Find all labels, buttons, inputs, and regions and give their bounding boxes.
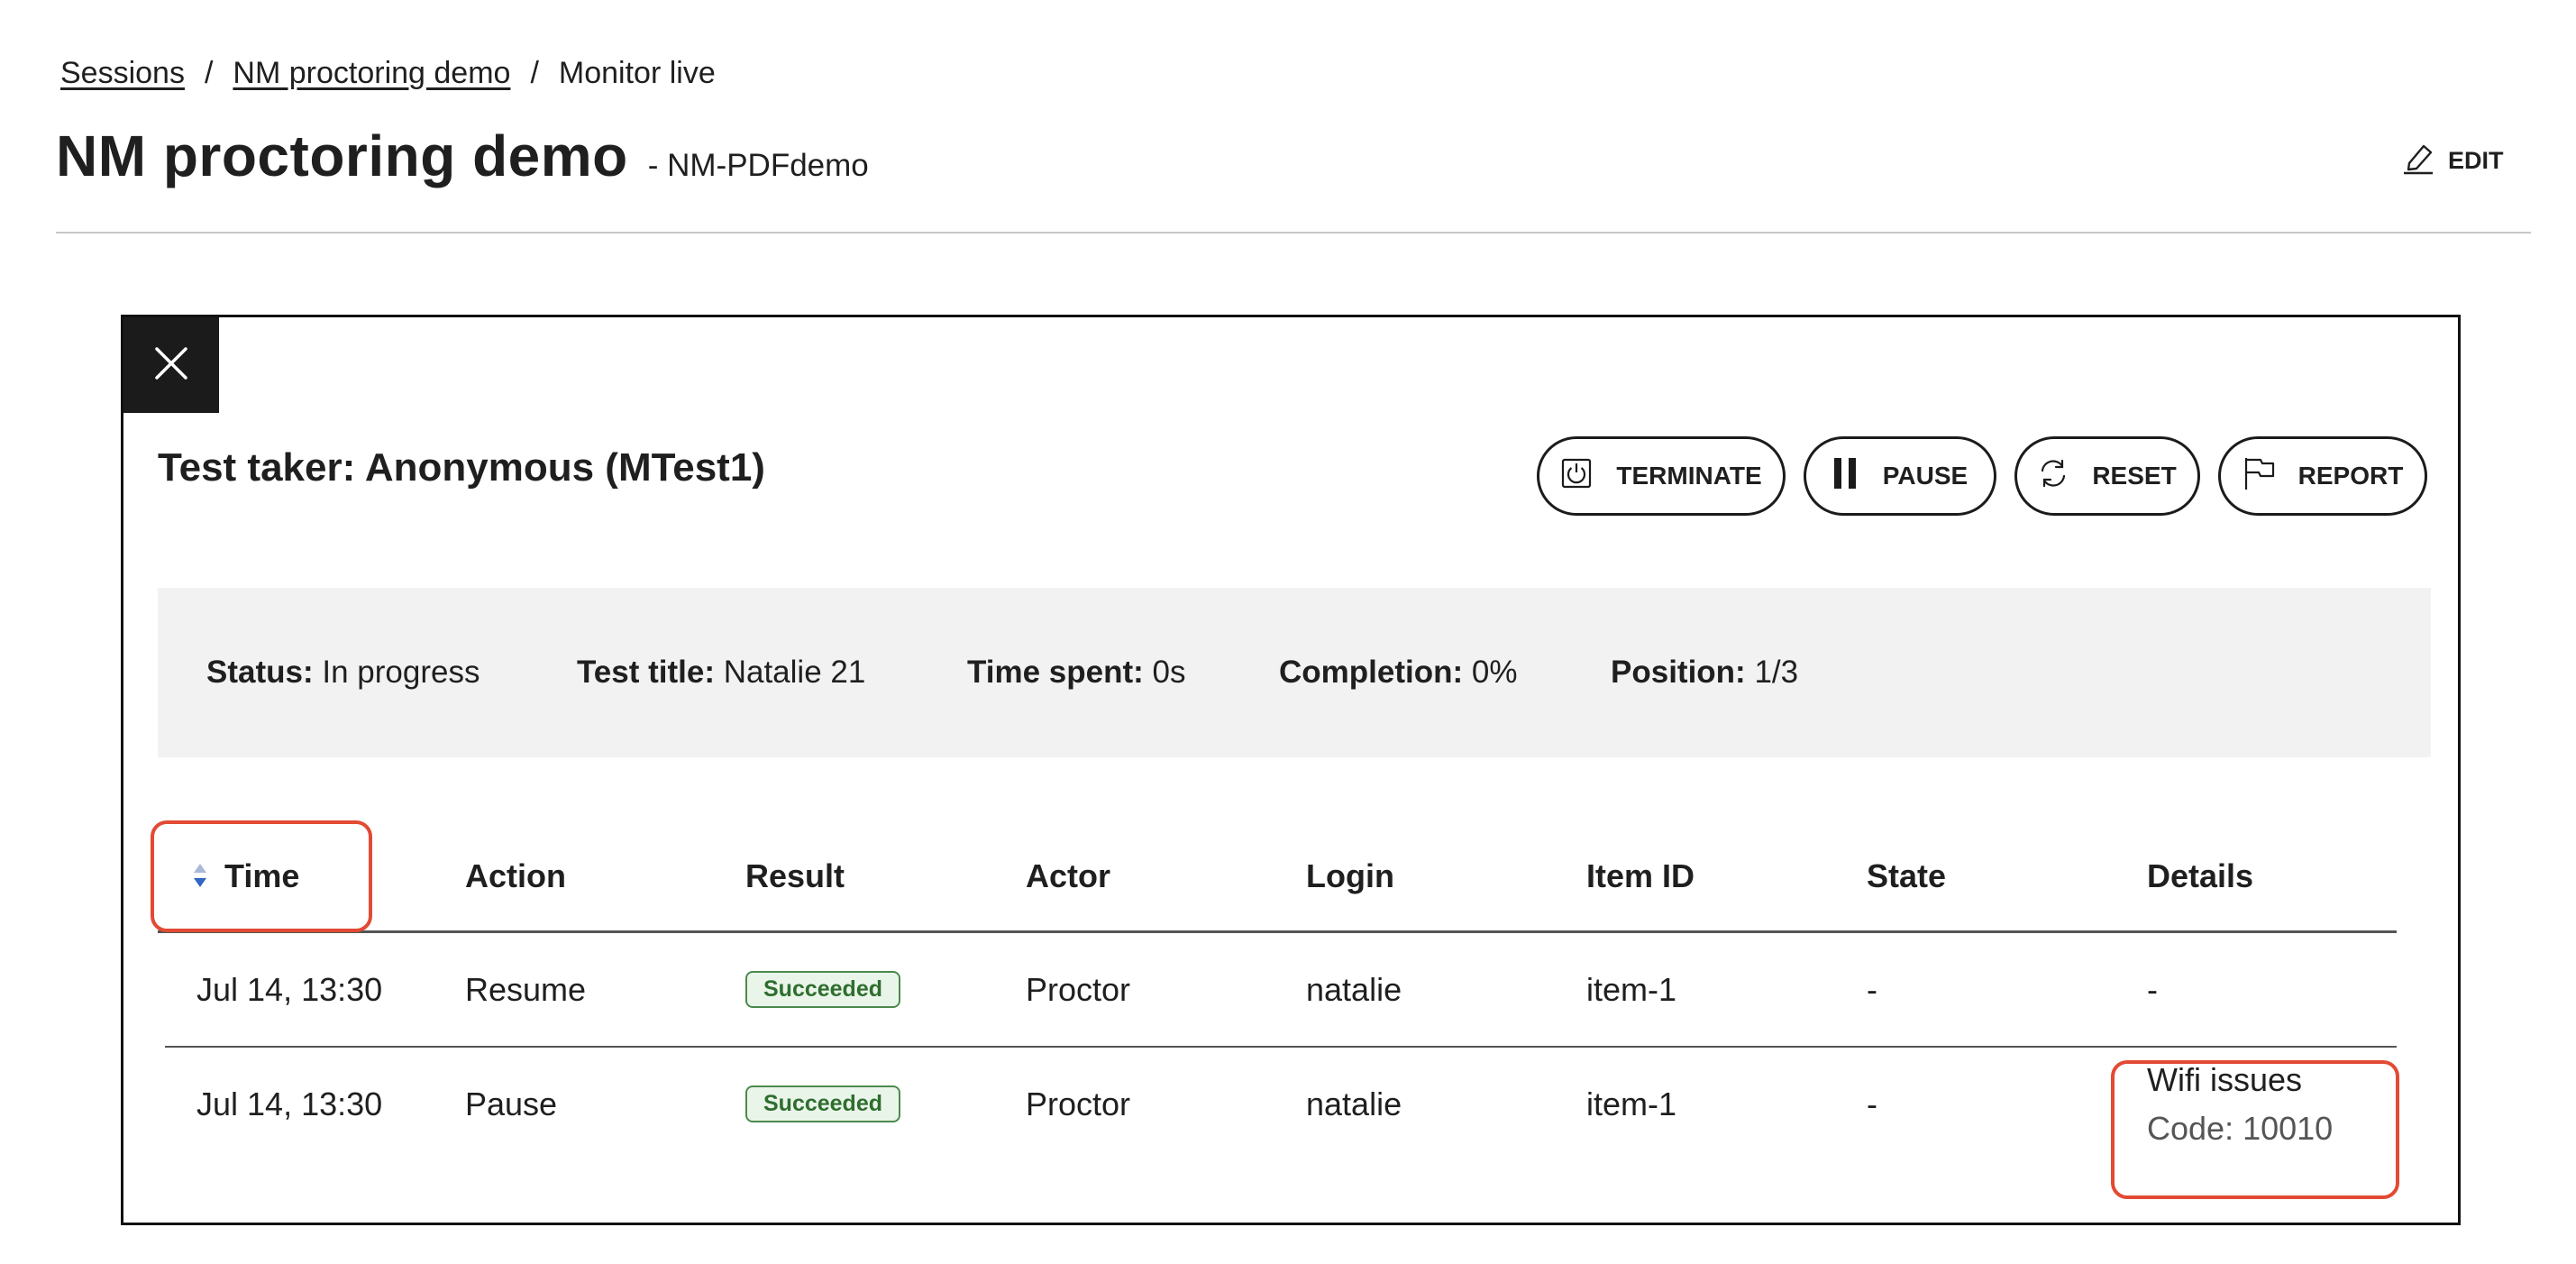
time-spent-info: Time spent: 0s (967, 655, 1279, 691)
reset-label: RESET (2092, 462, 2177, 490)
cell-actor: Proctor (1026, 1085, 1131, 1122)
page-subtitle: - NM-PDFdemo (647, 148, 869, 183)
status-info: Status: In progress (206, 655, 577, 691)
column-header-time[interactable]: Time (192, 822, 299, 930)
terminate-label: TERMINATE (1616, 462, 1762, 490)
column-header-label: Time (224, 857, 300, 894)
breadcrumb-separator: / (204, 56, 214, 90)
status-label: Status: (206, 655, 314, 690)
time-spent-label: Time spent: (967, 655, 1144, 690)
edit-label: EDIT (2448, 147, 2504, 174)
monitor-panel: Test taker: Anonymous (MTest1) TERMINATE… (121, 315, 2461, 1225)
time-spent-value: 0s (1152, 655, 1186, 690)
details-code: Code: 10010 (2147, 1109, 2334, 1147)
table-row: Jul 14, 13:30 Resume Succeeded Proctor n… (165, 933, 2397, 1048)
breadcrumb-sessions-link[interactable]: Sessions (60, 56, 185, 91)
breadcrumb: Sessions / NM proctoring demo / Monitor … (60, 56, 716, 91)
refresh-icon (2038, 458, 2069, 495)
status-badge: Succeeded (745, 1085, 901, 1122)
page-title: NM proctoring demo (56, 124, 628, 188)
cell-login: natalie (1306, 970, 1402, 1008)
cell-item-id: item-1 (1586, 1085, 1677, 1122)
test-title-label: Test title: (577, 655, 715, 690)
status-badge: Succeeded (745, 971, 901, 1008)
pause-label: PAUSE (1882, 462, 1969, 490)
column-header-actor: Actor (1026, 857, 1111, 894)
position-value: 1/3 (1754, 655, 1799, 690)
completion-value: 0% (1471, 655, 1518, 690)
header-divider (56, 232, 2531, 234)
cell-item-id: item-1 (1586, 970, 1677, 1008)
session-info-bar: Status: In progress Test title: Natalie … (158, 588, 2431, 757)
page-header: NM proctoring demo - NM-PDFdemo (56, 123, 869, 189)
cell-details: Wifi issues Code: 10010 (2147, 1048, 2333, 1160)
position-label: Position: (1611, 655, 1746, 690)
test-title-info: Test title: Natalie 21 (577, 655, 967, 691)
reset-button[interactable]: RESET (2014, 436, 2200, 516)
report-label: REPORT (2297, 462, 2404, 490)
cell-time: Jul 14, 13:30 (196, 970, 383, 1008)
action-toolbar: TERMINATE PAUSE RESET REPORT (1537, 436, 2427, 516)
edit-button[interactable]: EDIT (2401, 141, 2504, 181)
test-title-value: Natalie 21 (723, 655, 866, 690)
terminate-button[interactable]: TERMINATE (1537, 436, 1786, 516)
status-value: In progress (322, 655, 480, 690)
history-table: Time Action Result Actor Login Item ID S… (158, 822, 2431, 1219)
cell-actor: Proctor (1026, 970, 1131, 1008)
pencil-icon (2401, 141, 2435, 181)
completion-info: Completion: 0% (1279, 655, 1611, 691)
table-row: Jul 14, 13:30 Pause Succeeded Proctor na… (165, 1048, 2397, 1160)
cell-login: natalie (1306, 1085, 1402, 1122)
column-header-result: Result (745, 857, 845, 894)
sort-icon[interactable] (192, 862, 208, 891)
column-header-action: Action (465, 857, 566, 894)
close-icon (153, 345, 189, 386)
cell-time: Jul 14, 13:30 (196, 1085, 383, 1122)
flag-icon (2243, 456, 2275, 497)
cell-state: - (1867, 970, 1877, 1008)
column-header-state: State (1867, 857, 1947, 894)
report-button[interactable]: REPORT (2218, 436, 2427, 516)
column-header-item-id: Item ID (1586, 857, 1695, 894)
column-header-details: Details (2147, 857, 2254, 894)
cell-result: Succeeded (745, 1048, 901, 1160)
details-text: Wifi issues (2147, 1060, 2303, 1098)
cell-state: - (1867, 1085, 1877, 1122)
power-icon (1560, 457, 1593, 496)
completion-label: Completion: (1279, 655, 1464, 690)
table-header: Time Action Result Actor Login Item ID S… (158, 822, 2397, 933)
cell-result: Succeeded (745, 933, 901, 1046)
breadcrumb-current: Monitor live (558, 56, 716, 90)
breadcrumb-separator: / (530, 56, 539, 90)
column-header-login: Login (1306, 857, 1394, 894)
pause-icon (1832, 457, 1859, 496)
cell-action: Pause (465, 1085, 558, 1122)
close-button[interactable] (123, 317, 219, 413)
test-taker-heading: Test taker: Anonymous (MTest1) (158, 445, 765, 490)
breadcrumb-session-link[interactable]: NM proctoring demo (233, 56, 510, 91)
pause-button[interactable]: PAUSE (1804, 436, 1996, 516)
cell-action: Resume (465, 970, 587, 1008)
cell-details: - (2147, 970, 2158, 1008)
position-info: Position: 1/3 (1611, 655, 1798, 691)
